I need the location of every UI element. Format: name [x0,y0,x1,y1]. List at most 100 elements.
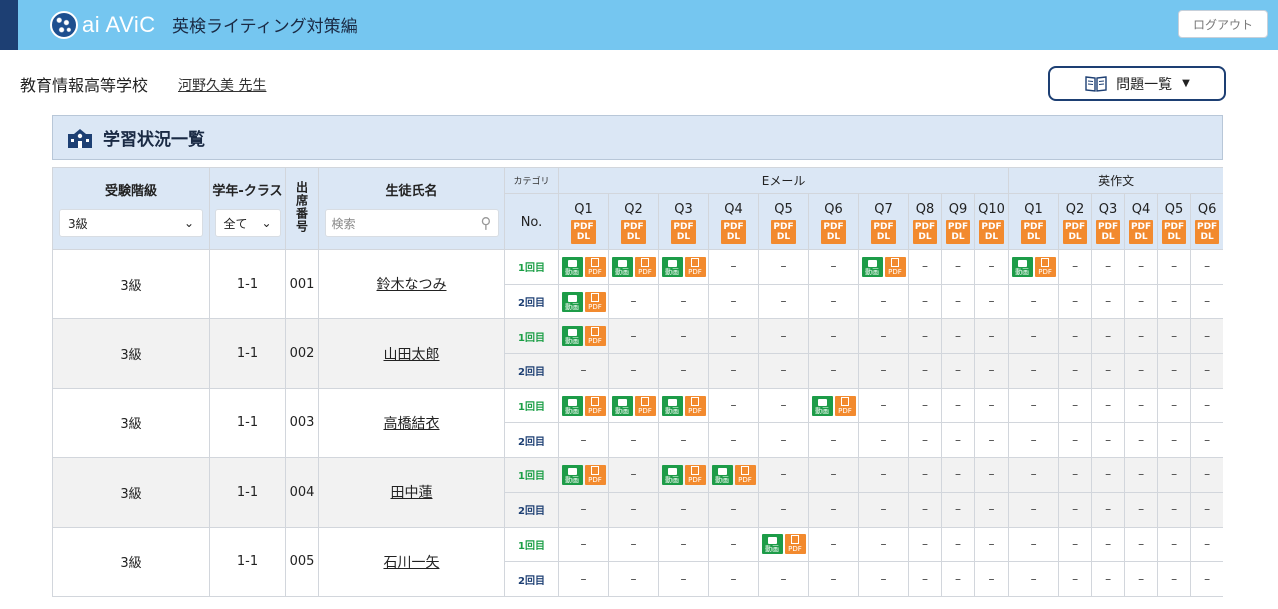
dash-placeholder: – [1171,467,1178,482]
pdf-download-button[interactable]: PDF DL [821,219,846,244]
video-icon[interactable]: 動画 [561,464,583,485]
result-cell: 動画 PDF [558,457,609,493]
grade-cell: 3級 [52,248,210,320]
result-icons: 動画 PDF [861,256,906,277]
video-icon[interactable]: 動画 [811,395,833,416]
pdf-icon[interactable]: PDF [634,395,656,416]
video-icon[interactable]: 動画 [611,256,633,277]
result-cell: – [908,491,942,528]
app-logo[interactable]: ai AViC [50,9,156,41]
question-list-dropdown[interactable]: 問題一覧 ▼ [1048,66,1226,101]
result-cell: – [973,491,1010,528]
learning-status-table: 受験階級 3級 ⌄ 学年-クラス 全て ⌄ 出席番号 生徒氏名 検索 ⚲ カテゴリ Eメール 英作文 No… [52,167,1223,597]
pdf-icon[interactable]: PDF [584,256,606,277]
result-cell: – [1058,526,1093,563]
question-header: Q10 PDF DL [973,193,1010,250]
pdf-download-button[interactable]: PDF DL [1021,219,1046,244]
video-icon[interactable]: 動画 [611,395,633,416]
learning-status-table-container[interactable]: 受験階級 3級 ⌄ 学年-クラス 全て ⌄ 出席番号 生徒氏名 検索 ⚲ カテゴリ Eメール 英作文 No… [52,167,1223,609]
pdf-icon[interactable]: PDF [834,395,856,416]
dash-placeholder: – [780,259,787,274]
pdf-download-button[interactable]: PDF DL [721,219,746,244]
video-icon[interactable]: 動画 [561,256,583,277]
result-cell: – [858,561,909,597]
class-filter-select[interactable]: 全て ⌄ [214,209,281,237]
class-cell: 1-1 [209,387,286,459]
teacher-link[interactable]: 河野久美 先生 [178,75,266,95]
result-cell: – [1058,249,1093,285]
result-cell: – [808,526,859,563]
pdf-download-button[interactable]: PDF DL [945,219,971,244]
pdf-download-button[interactable]: PDF DL [1194,219,1220,244]
pdf-icon[interactable]: PDF [584,464,606,485]
result-icons: 動画 PDF [711,464,756,485]
question-header: Q9 PDF DL [941,193,975,250]
video-icon[interactable]: 動画 [561,291,583,312]
video-icon[interactable]: 動画 [561,395,583,416]
result-cell: – [558,526,609,563]
result-cell: 動画 PDF [558,387,609,424]
grade-filter-value: 3級 [68,216,88,231]
result-cell: – [1190,491,1223,528]
question-header: Q1 PDF DL [558,193,609,250]
student-name-link[interactable]: 鈴木なつみ [377,277,447,293]
dash-placeholder: – [955,259,961,274]
dash-placeholder: – [1138,363,1145,378]
dash-placeholder: – [1204,502,1211,517]
pdf-download-button[interactable]: PDF DL [979,219,1004,244]
pdf-download-button[interactable]: PDF DL [621,219,646,244]
pdf-download-button[interactable]: PDF DL [1161,219,1187,244]
pdf-download-button[interactable]: PDF DL [1128,219,1154,244]
dash-placeholder: – [1171,328,1178,343]
video-icon[interactable]: 動画 [561,326,583,347]
pdf-download-button[interactable]: PDF DL [771,219,796,244]
dash-placeholder: – [880,571,887,586]
dash-placeholder: – [988,328,995,343]
student-search-input[interactable]: 検索 ⚲ [324,209,499,237]
pdf-icon[interactable]: PDF [1034,256,1056,277]
student-name-link[interactable]: 田中蓮 [391,485,433,501]
pdf-icon[interactable]: PDF [584,291,606,312]
dash-placeholder: – [1072,502,1079,517]
dash-placeholder: – [1105,294,1112,309]
pdf-download-button[interactable]: PDF DL [912,219,938,244]
pdf-download-button[interactable]: PDF DL [1062,219,1088,244]
attempt-label: 1回目 [504,249,559,285]
pdf-icon[interactable]: PDF [584,326,606,347]
result-cell: – [1157,491,1192,528]
video-icon[interactable]: 動画 [661,256,683,277]
video-icon[interactable]: 動画 [761,534,783,555]
video-icon[interactable]: 動画 [661,395,683,416]
pdf-icon[interactable]: PDF [684,395,706,416]
result-cell: – [908,526,942,563]
pdf-icon[interactable]: PDF [734,464,756,485]
student-name-link[interactable]: 山田太郎 [384,347,440,363]
video-icon[interactable]: 動画 [861,256,883,277]
result-cell: – [758,283,809,320]
pdf-download-button[interactable]: PDF DL [871,219,896,244]
result-cell: – [941,283,975,320]
pdf-icon[interactable]: PDF [884,256,906,277]
pdf-icon[interactable]: PDF [784,534,806,555]
student-name-link[interactable]: 石川一矢 [384,555,440,571]
pdf-icon[interactable]: PDF [584,395,606,416]
logout-button[interactable]: ログアウト [1178,10,1268,38]
dash-placeholder: – [1204,432,1211,447]
grade-filter-select[interactable]: 3級 ⌄ [59,209,203,237]
pdf-icon[interactable]: PDF [684,464,706,485]
video-icon[interactable]: 動画 [1011,256,1033,277]
question-header: Q5 PDF DL [758,193,809,250]
pdf-download-button[interactable]: PDF DL [671,219,696,244]
dash-placeholder: – [1072,398,1079,413]
pdf-icon[interactable]: PDF [634,256,656,277]
dash-placeholder: – [730,571,737,586]
pdf-icon[interactable]: PDF [684,256,706,277]
pdf-download-button[interactable]: PDF DL [571,219,596,244]
result-cell: – [758,353,809,389]
pdf-download-button[interactable]: PDF DL [1095,219,1121,244]
video-icon[interactable]: 動画 [661,464,683,485]
result-cell: – [858,457,909,493]
student-name-link[interactable]: 高橋結衣 [384,416,440,432]
video-icon[interactable]: 動画 [711,464,733,485]
attempt-label: 2回目 [504,353,559,389]
